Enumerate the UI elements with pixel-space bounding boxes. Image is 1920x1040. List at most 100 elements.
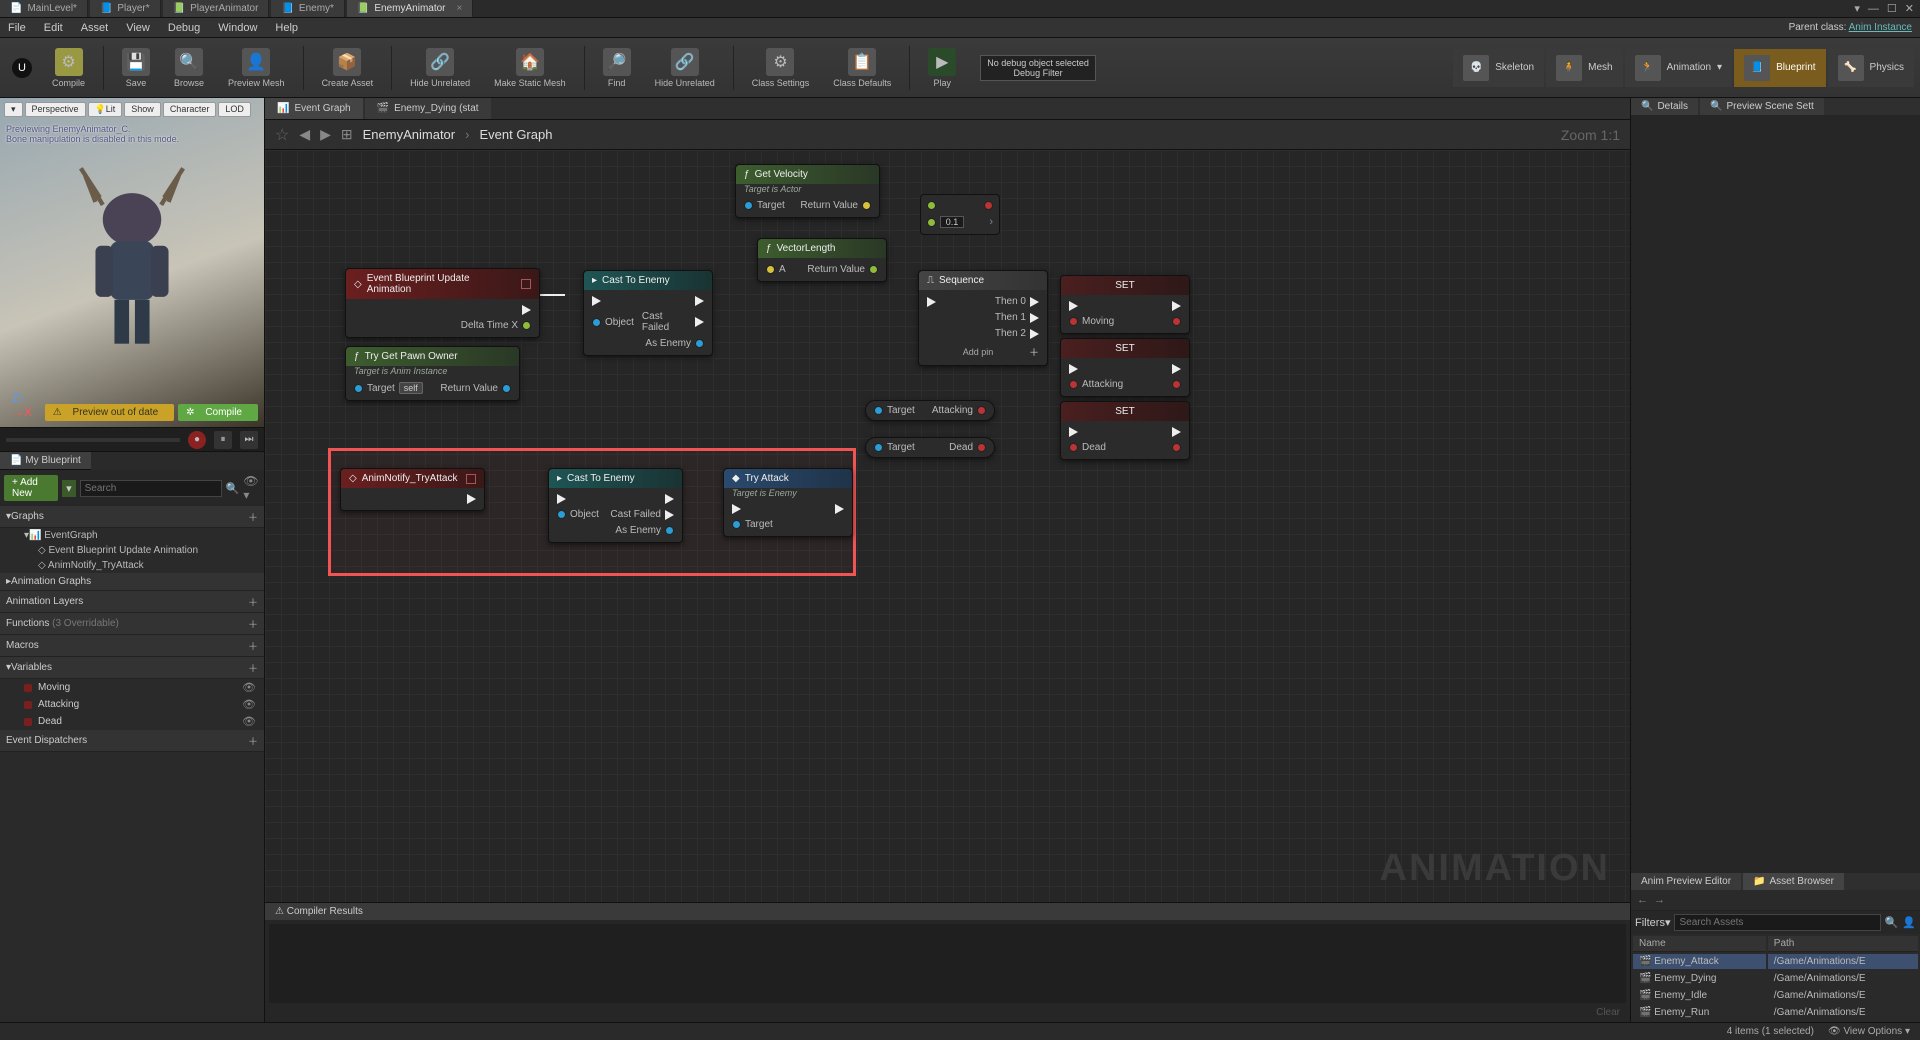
item-animnotify[interactable]: ◇ AnimNotify_TryAttack (0, 558, 264, 573)
node-animnotify[interactable]: ◇ AnimNotify_TryAttack (340, 468, 485, 511)
tab-asset-browser[interactable]: 📁 Asset Browser (1743, 873, 1844, 890)
record-button[interactable]: ● (188, 431, 206, 449)
asset-row-dying[interactable]: 🎬 Enemy_Dying/Game/Animations/E (1633, 971, 1918, 986)
mode-animation[interactable]: 🏃Animation▾ (1625, 49, 1733, 87)
maximize-icon[interactable]: ☐ (1887, 2, 1897, 15)
view-options-icon[interactable]: 👁▾ (243, 474, 260, 502)
filters-dropdown[interactable]: Filters▾ (1635, 916, 1670, 929)
mode-skeleton[interactable]: 💀Skeleton (1453, 49, 1544, 87)
class-settings-button[interactable]: ⚙Class Settings (742, 44, 820, 92)
add-new-button[interactable]: + Add New (4, 475, 58, 501)
node-compare[interactable]: 0.1› (920, 194, 1000, 235)
node-get-velocity[interactable]: ƒ Get Velocity Target is Actor TargetRet… (735, 164, 880, 218)
search-icon[interactable]: 🔍 (226, 482, 240, 495)
hide-unrelated-button[interactable]: 🔗Hide Unrelated (400, 44, 480, 92)
asset-user-icon[interactable]: 👤 (1902, 916, 1916, 929)
parent-class-link[interactable]: Anim Instance (1849, 22, 1912, 33)
vp-menu-icon[interactable]: ▾ (4, 102, 23, 117)
var-attacking[interactable]: Attacking👁 (0, 696, 264, 713)
node-event-update[interactable]: ◇ Event Blueprint Update Animation Delta… (345, 268, 540, 338)
section-anim-layers[interactable]: Animation Layers＋ (0, 591, 264, 613)
menu-file[interactable]: File (8, 22, 26, 34)
close-window-icon[interactable]: ✕ (1905, 2, 1914, 15)
node-set-dead[interactable]: SET Dead (1060, 401, 1190, 460)
menu-edit[interactable]: Edit (44, 22, 63, 34)
window-dropdown-icon[interactable]: ▾ (1854, 2, 1860, 15)
debug-filter-select[interactable]: No debug object selected Debug Filter (980, 55, 1096, 81)
var-dead[interactable]: Dead👁 (0, 713, 264, 730)
compiler-results-tab[interactable]: ⚠ Compiler Results (275, 906, 363, 917)
item-eventgraph[interactable]: ▾📊 EventGraph (0, 528, 264, 543)
minimize-icon[interactable]: — (1868, 3, 1879, 15)
tab-playeranimator[interactable]: 📗PlayerAnimator (163, 0, 270, 17)
vp-lod[interactable]: LOD (218, 102, 251, 117)
browse-button[interactable]: 🔍Browse (164, 44, 214, 92)
favorite-icon[interactable]: ☆ (275, 125, 289, 145)
node-get-dead[interactable]: TargetDead (865, 437, 995, 458)
class-defaults-button[interactable]: 📋Class Defaults (823, 44, 901, 92)
pause-button[interactable]: ⏸ (214, 431, 232, 449)
tab-enemyanimator[interactable]: 📗EnemyAnimator× (347, 0, 473, 17)
asset-row-attack[interactable]: 🎬 Enemy_Attack/Game/Animations/E (1633, 954, 1918, 969)
close-tab-icon[interactable]: × (457, 3, 463, 14)
var-moving[interactable]: Moving👁 (0, 679, 264, 696)
tab-anim-preview[interactable]: Anim Preview Editor (1631, 873, 1741, 890)
crumb-animator[interactable]: EnemyAnimator (363, 127, 455, 142)
menu-help[interactable]: Help (275, 22, 298, 34)
preview-mesh-button[interactable]: 👤Preview Mesh (218, 44, 295, 92)
step-button[interactable]: ⏭ (240, 431, 258, 449)
asset-row-run[interactable]: 🎬 Enemy_Run/Game/Animations/E (1633, 1005, 1918, 1020)
menu-asset[interactable]: Asset (81, 22, 109, 34)
vp-perspective[interactable]: Perspective (25, 102, 86, 117)
save-button[interactable]: 💾Save (112, 44, 160, 92)
vp-character[interactable]: Character (163, 102, 217, 117)
item-event-update[interactable]: ◇ Event Blueprint Update Animation (0, 543, 264, 558)
asset-fwd-icon[interactable]: → (1654, 894, 1665, 906)
preview-viewport[interactable]: ▾ Perspective 💡Lit Show Character LOD Pr… (0, 98, 264, 428)
graph-icon[interactable]: ⊞ (341, 126, 353, 143)
node-graph-canvas[interactable]: ◇ Event Blueprint Update Animation Delta… (265, 150, 1630, 902)
section-graphs[interactable]: ▾Graphs＋ (0, 506, 264, 528)
node-try-get-pawn[interactable]: ƒ Try Get Pawn Owner Target is Anim Inst… (345, 346, 520, 401)
nav-back-icon[interactable]: ◀ (299, 126, 310, 143)
tab-preview-scene[interactable]: 🔍 Preview Scene Sett (1700, 98, 1824, 115)
node-set-moving[interactable]: SET Moving (1060, 275, 1190, 334)
create-asset-button[interactable]: 📦Create Asset (312, 44, 384, 92)
tab-enemy-dying[interactable]: 🎬 Enemy_Dying (stat (365, 98, 491, 119)
mode-physics[interactable]: 🦴Physics (1828, 49, 1914, 87)
section-functions[interactable]: Functions (3 Overridable)＋ (0, 613, 264, 635)
menu-debug[interactable]: Debug (168, 22, 200, 34)
asset-back-icon[interactable]: ← (1637, 894, 1648, 906)
section-anim-graphs[interactable]: ▸Animation Graphs (0, 573, 264, 591)
hide-unrelated2-button[interactable]: 🔗Hide Unrelated (645, 44, 725, 92)
view-options-button[interactable]: 👁 View Options ▾ (1828, 1026, 1910, 1037)
blueprint-search-input[interactable] (80, 480, 222, 497)
section-variables[interactable]: ▾Variables＋ (0, 657, 264, 679)
tab-details[interactable]: 🔍 Details (1631, 98, 1698, 115)
asset-search-input[interactable] (1674, 914, 1880, 931)
node-cast-enemy-1[interactable]: ▸ Cast To Enemy ObjectCast Failed As Ene… (583, 270, 713, 356)
node-cast-enemy-2[interactable]: ▸ Cast To Enemy ObjectCast Failed As Ene… (548, 468, 683, 543)
node-get-attacking[interactable]: TargetAttacking (865, 400, 995, 421)
vp-show[interactable]: Show (124, 102, 161, 117)
section-macros[interactable]: Macros＋ (0, 635, 264, 657)
make-static-mesh-button[interactable]: 🏠Make Static Mesh (484, 44, 576, 92)
find-button[interactable]: 🔎Find (593, 44, 641, 92)
compiler-clear[interactable]: Clear (265, 1007, 1630, 1022)
asset-search-icon[interactable]: 🔍 (1885, 916, 1899, 929)
crumb-eventgraph[interactable]: Event Graph (479, 127, 552, 142)
tab-player[interactable]: 📘Player* (90, 0, 161, 17)
col-path[interactable]: Path (1768, 936, 1918, 952)
play-button[interactable]: ▶Play (918, 44, 966, 92)
menu-window[interactable]: Window (218, 22, 257, 34)
viewport-compile-button[interactable]: ✲ Compile (178, 404, 258, 421)
tab-mainlevel[interactable]: 📄MainLevel* (0, 0, 88, 17)
vp-lit[interactable]: 💡Lit (88, 102, 123, 117)
compile-button[interactable]: ⚙Compile (42, 44, 95, 92)
asset-row-idle[interactable]: 🎬 Enemy_Idle/Game/Animations/E (1633, 988, 1918, 1003)
node-try-attack[interactable]: ◆ Try Attack Target is Enemy Target (723, 468, 853, 537)
tab-event-graph[interactable]: 📊 Event Graph (265, 98, 363, 119)
compiler-output[interactable] (269, 924, 1626, 1003)
section-dispatchers[interactable]: Event Dispatchers＋ (0, 730, 264, 752)
add-variable-icon[interactable]: ＋ (248, 660, 258, 675)
